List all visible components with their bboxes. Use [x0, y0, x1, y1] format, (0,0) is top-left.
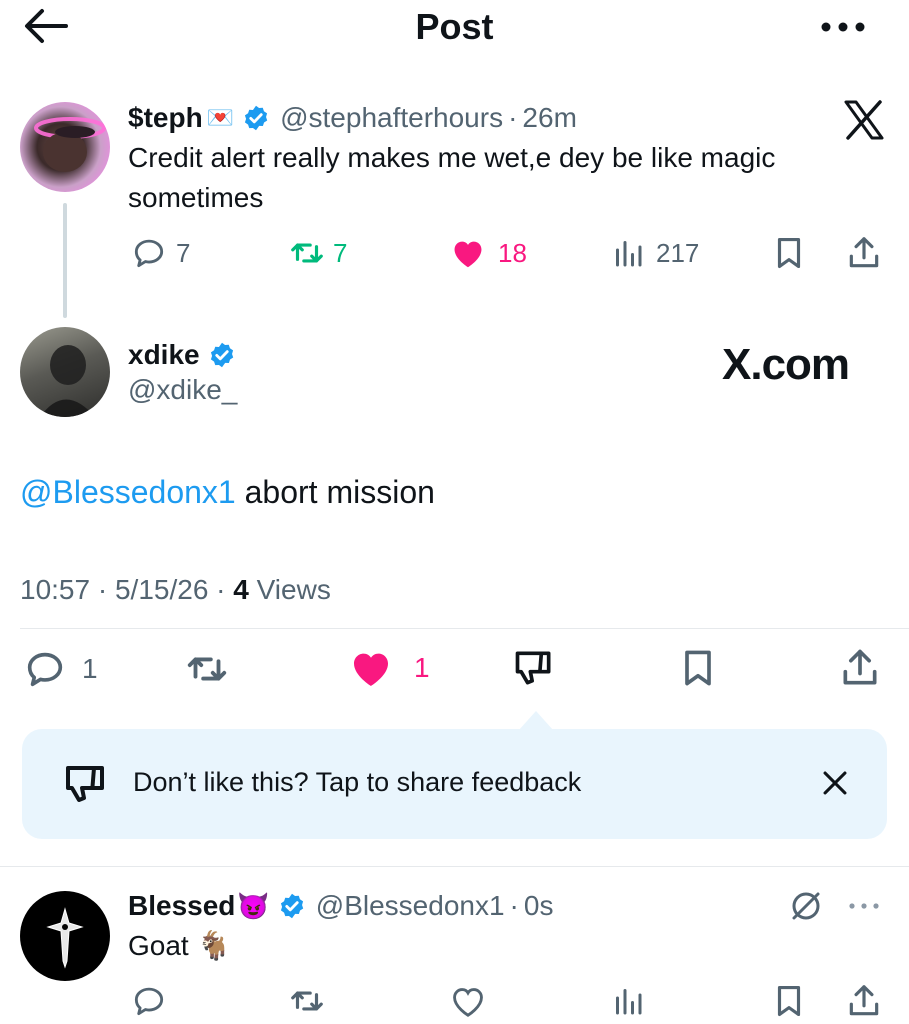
more-options-button[interactable] [818, 12, 868, 42]
bookmark-button[interactable] [676, 646, 720, 690]
views-button[interactable]: 217 [610, 234, 699, 272]
reply-button[interactable]: 7 [130, 234, 190, 272]
more-options-button[interactable] [846, 896, 882, 916]
author-handle[interactable]: @Blessedonx1 [316, 890, 505, 922]
bookmark-icon [685, 650, 711, 686]
repost-icon [291, 991, 323, 1011]
avatar[interactable] [20, 891, 110, 981]
reply-button[interactable]: 1 [22, 646, 98, 692]
close-icon [823, 771, 847, 795]
post-text: Goat 🐐 [128, 930, 232, 961]
share-icon [843, 649, 877, 685]
avatar-image [40, 345, 95, 417]
author-name[interactable]: xdike [128, 339, 200, 371]
reply-icon [27, 652, 63, 687]
post-header: $teph 💌 @stephafterhours · 26m [128, 99, 577, 137]
verified-badge-icon [210, 342, 233, 368]
mention-link[interactable]: @Blessedonx1 [20, 474, 236, 510]
like-button[interactable]: 1 [346, 644, 430, 692]
more-horizontal-icon [849, 903, 879, 909]
post-time: 0s [523, 890, 554, 921]
post-text: @Blessedonx1 abort mission [20, 472, 435, 512]
views-label[interactable]: Views [257, 574, 331, 605]
gothic-cross-icon [46, 907, 84, 969]
watermark: X.com [722, 340, 850, 389]
post-time: 26m [522, 102, 577, 133]
heart-icon [453, 988, 483, 1017]
repost-count: 7 [333, 237, 348, 268]
author-handle[interactable]: @xdike_ [128, 374, 237, 406]
close-button[interactable] [818, 766, 852, 800]
views-count: 217 [656, 237, 700, 268]
like-button[interactable] [448, 982, 488, 1020]
share-button[interactable] [838, 646, 882, 690]
verified-badge-icon [245, 105, 268, 131]
dislike-button[interactable] [512, 646, 556, 690]
repost-button[interactable] [183, 646, 231, 692]
reply-count: 1 [82, 653, 98, 684]
bookmark-icon [777, 985, 801, 1017]
avatar-image [34, 117, 106, 172]
feedback-prompt[interactable]: Don’t like this? Tap to share feedback [22, 729, 887, 839]
divider [20, 628, 909, 629]
share-button[interactable] [845, 234, 883, 272]
author-name[interactable]: $teph [128, 102, 203, 134]
author-row: xdike [128, 335, 236, 375]
more-horizontal-icon [821, 22, 865, 32]
reply-count: 7 [176, 237, 191, 268]
divider [0, 866, 909, 867]
views-chart-icon [616, 989, 642, 1015]
views-chart-icon [616, 241, 642, 267]
avatar[interactable] [20, 327, 110, 417]
verified-badge-icon [280, 893, 303, 919]
like-count: 1 [414, 652, 430, 683]
page-title: Post [415, 6, 494, 47]
post-time: 10:57 [20, 574, 91, 605]
share-icon [849, 237, 879, 268]
views-count[interactable]: 4 [233, 574, 249, 605]
repost-icon [291, 243, 323, 263]
feedback-text[interactable]: Don’t like this? Tap to share feedback [133, 767, 581, 798]
post-date: 5/15/26 [114, 574, 209, 605]
reply-button[interactable] [130, 982, 168, 1020]
x-logo-icon [844, 100, 884, 140]
feedback-pointer [519, 711, 553, 730]
author-emoji: 💌 [206, 105, 235, 130]
post-header: Blessed 😈 @Blessedonx1 · 0s [128, 886, 553, 926]
thread-line [63, 203, 67, 318]
grok-icon [792, 892, 820, 920]
repost-button[interactable] [287, 982, 327, 1020]
grok-button[interactable] [788, 888, 824, 924]
post-text-body: abort mission [235, 474, 435, 510]
thumbs-down-icon [66, 766, 104, 802]
reply-icon [134, 987, 164, 1016]
heart-filled-icon [454, 241, 482, 268]
bookmark-button[interactable] [770, 234, 808, 272]
like-button[interactable]: 18 [448, 234, 527, 272]
share-icon [849, 985, 879, 1016]
post-text: Credit alert really makes me wet,e dey b… [128, 142, 776, 213]
heart-filled-icon [354, 653, 388, 686]
like-count: 18 [498, 237, 527, 268]
author-emoji: 😈 [237, 890, 270, 921]
views-button[interactable] [610, 982, 646, 1020]
reply-icon [134, 239, 164, 268]
avatar[interactable] [20, 102, 110, 192]
repost-button[interactable]: 7 [287, 234, 347, 272]
x-logo [843, 100, 885, 140]
share-button[interactable] [845, 982, 883, 1020]
bookmark-button[interactable] [770, 982, 808, 1020]
repost-icon [187, 657, 227, 681]
separator: · [509, 890, 519, 921]
thumbs-down-icon [515, 651, 551, 685]
post-meta: 10:57 · 5/15/26 · 4 Views [20, 574, 331, 605]
bookmark-icon [777, 237, 801, 269]
author-name[interactable]: Blessed [128, 890, 235, 922]
author-handle[interactable]: @stephafterhours [280, 102, 503, 134]
separator: · [508, 102, 518, 133]
